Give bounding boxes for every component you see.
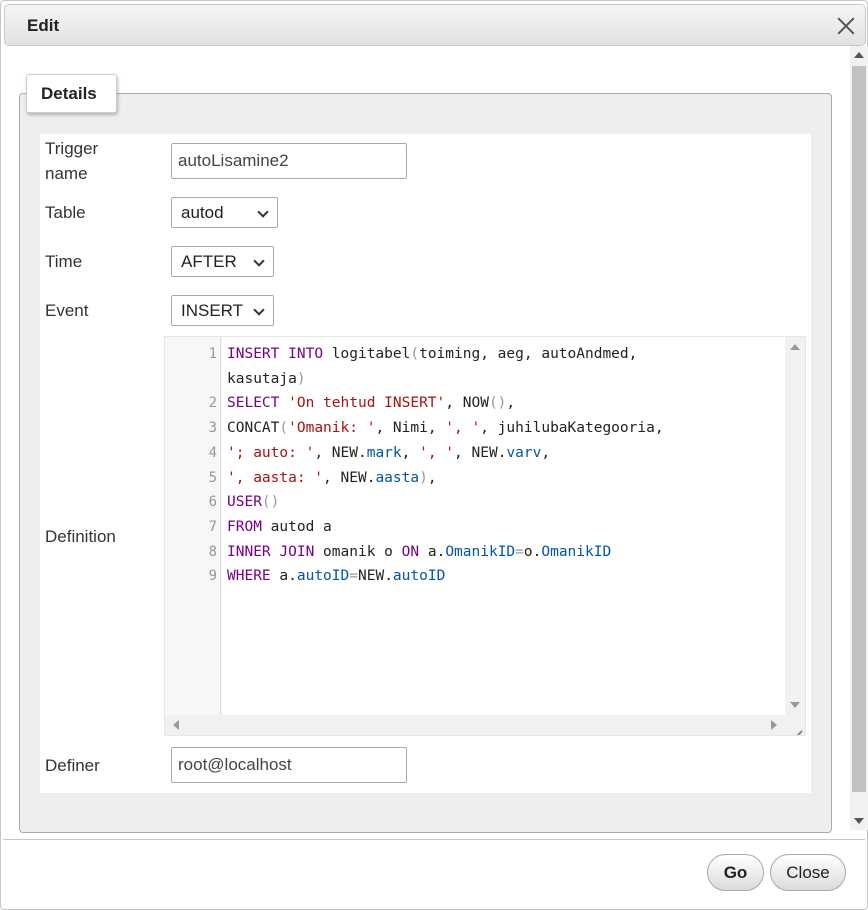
go-button[interactable]: Go xyxy=(707,854,764,891)
code-line: CONCAT('Omanik: ', Nimi, ', ', juhilubaK… xyxy=(227,420,664,437)
line-number: 8 xyxy=(208,543,217,560)
line-number-gutter: 1 2 3 4 5 6 7 8 9 xyxy=(165,337,221,715)
editor-vertical-scrollbar[interactable] xyxy=(785,337,805,715)
line-number: 2 xyxy=(208,395,217,412)
code-line: kasutaja) xyxy=(227,370,306,387)
line-number: 4 xyxy=(208,444,217,461)
scroll-up-arrow-icon[interactable] xyxy=(854,52,864,58)
definer-input[interactable] xyxy=(171,747,407,783)
dialog-titlebar[interactable]: Edit xyxy=(4,4,866,46)
scroll-up-arrow-icon[interactable] xyxy=(790,344,800,350)
code-line: USER() xyxy=(227,494,280,511)
scroll-down-arrow-icon[interactable] xyxy=(854,818,864,824)
trigger-name-label: Trigger name xyxy=(45,136,98,186)
definition-code-editor[interactable]: 1 2 3 4 5 6 7 8 9 INSERT INTO logitabel(… xyxy=(164,336,806,736)
line-number: 6 xyxy=(208,494,217,511)
line-number: 9 xyxy=(208,568,217,585)
code-area[interactable]: INSERT INTO logitabel(toiming, aeg, auto… xyxy=(222,337,785,715)
dialog-title: Edit xyxy=(27,16,60,35)
code-line: INNER JOIN omanik o ON a.OmanikID=o.Oman… xyxy=(227,543,612,560)
code-line: '; auto: ', NEW.mark, ', ', NEW.varv, xyxy=(227,444,551,461)
event-select[interactable]: INSERT xyxy=(171,295,274,326)
close-icon[interactable] xyxy=(833,13,859,39)
code-line: FROM autod a xyxy=(227,518,332,535)
code-line: WHERE a.autoID=NEW.autoID xyxy=(227,568,446,585)
chevron-down-icon xyxy=(253,255,265,267)
trigger-name-input[interactable] xyxy=(171,143,407,179)
code-line: INSERT INTO logitabel(toiming, aeg, auto… xyxy=(227,346,638,362)
scroll-thumb[interactable] xyxy=(852,66,866,792)
table-select-value: autod xyxy=(181,203,224,222)
line-number: 5 xyxy=(208,469,217,486)
table-label: Table xyxy=(45,203,86,222)
event-label: Event xyxy=(45,301,89,320)
code-line: SELECT 'On tehtud INSERT', NOW(), xyxy=(227,395,516,412)
time-label: Time xyxy=(45,252,83,271)
scroll-right-arrow-icon[interactable] xyxy=(771,720,777,730)
line-number: 1 xyxy=(208,346,217,362)
scroll-left-arrow-icon[interactable] xyxy=(173,720,179,730)
chevron-down-icon xyxy=(257,206,269,218)
dialog-scrollbar[interactable] xyxy=(850,46,868,830)
line-number: 3 xyxy=(208,420,217,437)
line-number: 7 xyxy=(208,518,217,535)
resize-handle-icon[interactable] xyxy=(785,715,805,735)
chevron-down-icon xyxy=(253,304,265,316)
definer-label: Definer xyxy=(45,756,100,775)
footer-divider xyxy=(3,839,865,840)
details-legend: Details xyxy=(26,74,117,113)
editor-horizontal-scrollbar[interactable] xyxy=(165,715,785,735)
time-select[interactable]: AFTER xyxy=(171,246,274,277)
scroll-down-arrow-icon[interactable] xyxy=(790,702,800,708)
event-select-value: INSERT xyxy=(181,301,244,320)
trigger-name-label-line1: Trigger xyxy=(45,139,99,158)
trigger-name-label-line2: name xyxy=(45,164,88,183)
code-line: ', aasta: ', NEW.aasta), xyxy=(227,469,437,486)
close-button[interactable]: Close xyxy=(770,854,846,891)
table-select[interactable]: autod xyxy=(171,197,278,228)
time-select-value: AFTER xyxy=(181,252,237,271)
definition-label: Definition xyxy=(45,527,116,546)
